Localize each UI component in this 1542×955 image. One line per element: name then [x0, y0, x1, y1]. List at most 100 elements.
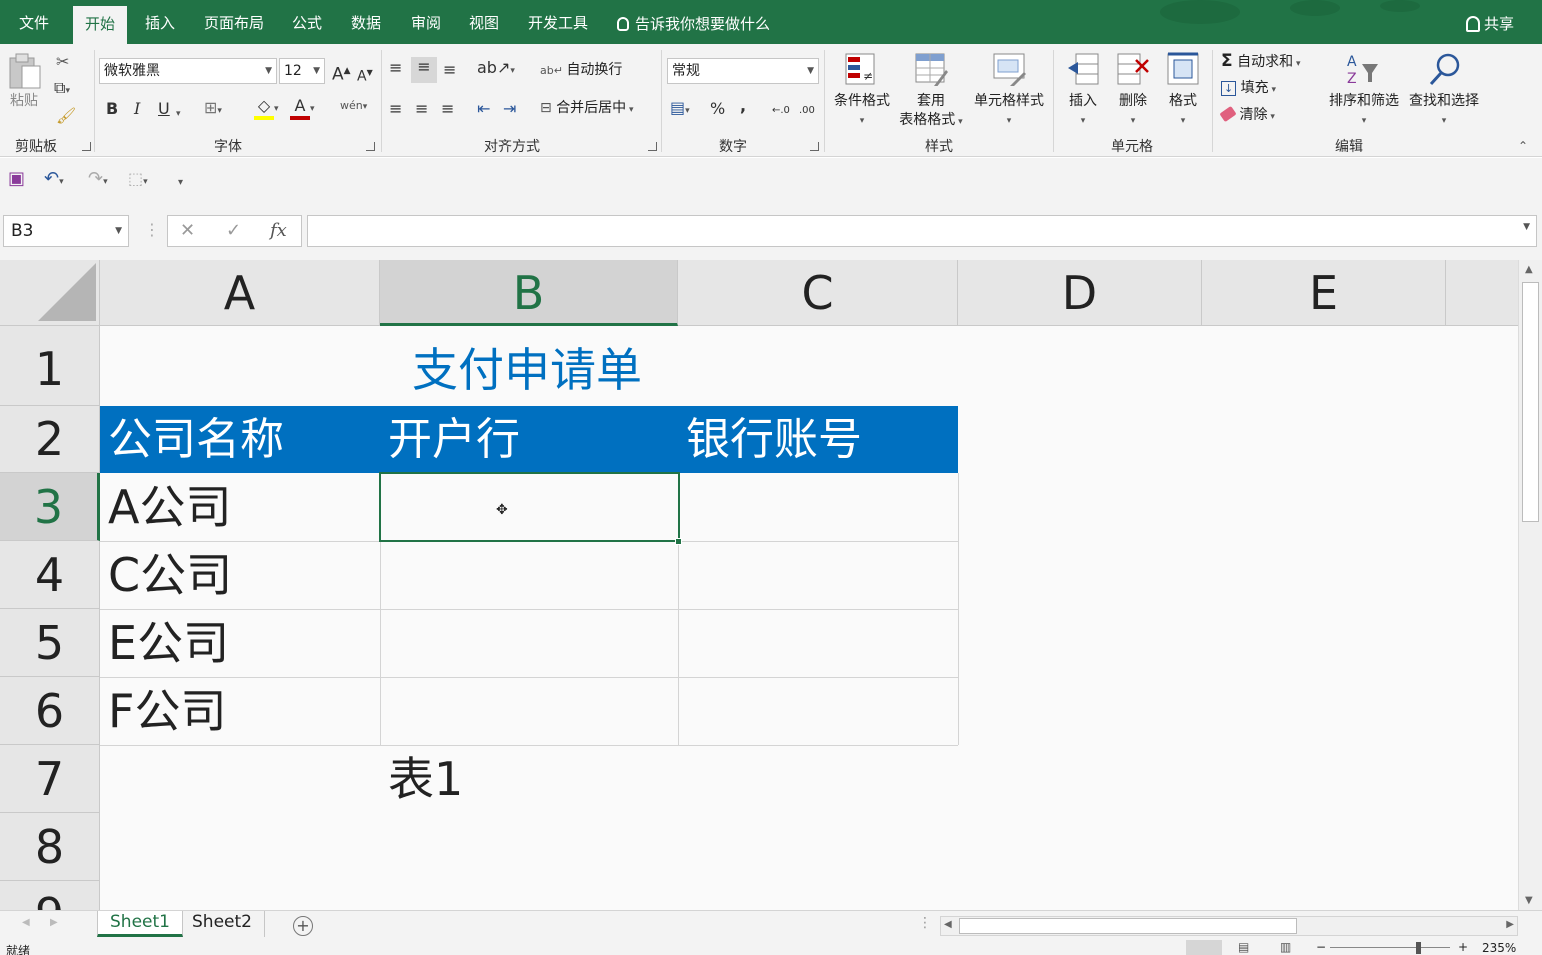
align-top-button[interactable]: ≡	[389, 58, 402, 78]
clear-button[interactable]: 清除 ▾	[1219, 105, 1275, 126]
align-center-button[interactable]: ≡	[415, 99, 428, 119]
align-left-button[interactable]: ≡	[389, 99, 402, 119]
zoom-out-icon[interactable]: −	[1316, 940, 1326, 954]
collapse-ribbon-icon[interactable]: ⌃	[1518, 136, 1528, 156]
fill-button[interactable]: ↓ 填充 ▾	[1221, 79, 1276, 99]
font-size-combo[interactable]: 12 ▼	[279, 58, 325, 84]
company-cell[interactable]: F公司	[108, 677, 226, 745]
tab-split-grip-icon[interactable]: ⋮	[918, 915, 932, 931]
tab-data[interactable]: 数据	[351, 0, 381, 44]
autosum-button[interactable]: Σ 自动求和 ▾	[1221, 52, 1300, 73]
comma-button[interactable]: ,	[740, 96, 746, 116]
scroll-left-icon[interactable]: ◀	[944, 919, 952, 930]
format-as-table-button[interactable]: 套用 表格格式 ▾	[894, 52, 968, 134]
page-break-view-icon[interactable]: ▥	[1280, 940, 1291, 954]
header-cell-company[interactable]: 公司名称	[100, 406, 380, 473]
customize-qat-icon[interactable]: ▾	[178, 172, 183, 194]
align-bottom-button[interactable]: ≡	[443, 60, 456, 80]
grow-font-button[interactable]: A▲	[332, 61, 351, 85]
decrease-indent-button[interactable]: ⇤	[477, 99, 490, 119]
tab-view[interactable]: 视图	[469, 0, 499, 44]
copy-icon[interactable]: ⧉▾	[54, 78, 70, 101]
company-cell[interactable]: C公司	[108, 541, 232, 609]
tell-me-search[interactable]: 告诉我你想要做什么	[617, 0, 770, 44]
tab-insert[interactable]: 插入	[145, 0, 175, 44]
font-color-button[interactable]: A ▾	[290, 96, 315, 120]
wrap-text-button[interactable]: ab↵ 自动换行	[540, 61, 622, 80]
shrink-font-button[interactable]: A▼	[357, 63, 373, 87]
expand-formula-icon[interactable]: ▼	[1523, 222, 1530, 232]
row-header-8[interactable]: 8	[0, 813, 100, 881]
scroll-down-icon[interactable]: ▼	[1525, 895, 1533, 906]
zoom-in-icon[interactable]: +	[1458, 940, 1468, 954]
select-all-button[interactable]	[0, 260, 100, 326]
next-sheet-icon[interactable]: ▶	[50, 917, 58, 928]
conditional-format-button[interactable]: ≠ 条件格式 ▾	[830, 52, 894, 134]
company-cell[interactable]: E公司	[108, 609, 229, 677]
page-layout-view-icon[interactable]: ▤	[1238, 940, 1249, 954]
tab-file[interactable]: 文件	[19, 0, 49, 44]
scroll-up-icon[interactable]: ▲	[1525, 264, 1533, 275]
horizontal-scroll-thumb[interactable]	[959, 918, 1297, 934]
horizontal-scrollbar[interactable]: ◀ ▶	[940, 916, 1518, 936]
decrease-decimal-button[interactable]: .00	[799, 101, 815, 121]
header-cell-account[interactable]: 银行账号	[678, 406, 958, 473]
tab-review[interactable]: 审阅	[411, 0, 441, 44]
accounting-button[interactable]: ▤▾	[670, 98, 690, 121]
tab-developer[interactable]: 开发工具	[528, 0, 588, 44]
alignment-launcher-icon[interactable]	[648, 142, 657, 151]
sheet-title-cell[interactable]: 支付申请单	[412, 334, 642, 400]
row-header-6[interactable]: 6	[0, 677, 100, 745]
cancel-icon[interactable]: ✕	[180, 220, 195, 241]
undo-icon[interactable]: ↶▾	[44, 168, 64, 193]
row-header-4[interactable]: 4	[0, 541, 100, 609]
row-header-9[interactable]: 9	[0, 881, 100, 910]
scroll-right-icon[interactable]: ▶	[1506, 919, 1514, 930]
column-header-f[interactable]	[1446, 260, 1518, 326]
insert-function-icon[interactable]: fx	[270, 220, 287, 241]
row-header-2[interactable]: 2	[0, 406, 100, 473]
selected-cell-b3[interactable]	[379, 472, 680, 542]
bold-button[interactable]: B	[106, 99, 118, 119]
enter-icon[interactable]: ✓	[226, 220, 241, 241]
column-header-d[interactable]: D	[958, 260, 1202, 326]
clipboard-launcher-icon[interactable]	[82, 142, 91, 151]
percent-button[interactable]: %	[710, 99, 725, 119]
paste-button[interactable]: 粘贴	[8, 52, 48, 112]
cell-styles-button[interactable]: 单元格样式 ▾	[968, 52, 1050, 134]
vertical-scrollbar[interactable]: ▲ ▼	[1518, 260, 1542, 910]
name-box[interactable]: B3 ▼	[3, 215, 129, 247]
phonetic-button[interactable]: wén▾	[340, 96, 367, 117]
save-icon[interactable]: ▣	[8, 168, 25, 190]
borders-button[interactable]: ⊞▾	[204, 98, 222, 121]
format-painter-icon[interactable]: 🖌	[56, 106, 76, 126]
sheet-tab-sheet1[interactable]: Sheet1	[97, 911, 183, 937]
format-cells-button[interactable]: 格式 ▾	[1160, 52, 1206, 134]
delete-cells-button[interactable]: 删除 ▾	[1110, 52, 1156, 134]
zoom-slider[interactable]	[1330, 947, 1450, 948]
header-cell-bank[interactable]: 开户行	[380, 406, 678, 473]
share-button[interactable]: 共享	[1466, 0, 1514, 44]
font-name-combo[interactable]: 微软雅黑 ▼	[99, 58, 277, 84]
column-header-b[interactable]: B	[380, 260, 678, 326]
increase-indent-button[interactable]: ⇥	[503, 99, 516, 119]
row-header-3[interactable]: 3	[0, 473, 100, 541]
column-header-a[interactable]: A	[100, 260, 380, 326]
row-header-5[interactable]: 5	[0, 609, 100, 677]
find-select-button[interactable]: 查找和选择 ▾	[1406, 52, 1482, 134]
underline-dropdown[interactable]: ▾	[176, 101, 181, 124]
worksheet-grid[interactable]: A B C D E 1 2 3 4 5 6 7 8 9 支付申请单 公司名称 开…	[0, 260, 1518, 910]
font-launcher-icon[interactable]	[366, 142, 375, 151]
tab-home[interactable]: 开始	[73, 6, 128, 44]
sort-filter-button[interactable]: A Z 排序和筛选 ▾	[1326, 52, 1402, 134]
normal-view-button[interactable]	[1186, 940, 1222, 955]
vertical-scroll-thumb[interactable]	[1522, 282, 1539, 522]
zoom-slider-thumb[interactable]	[1416, 942, 1421, 954]
company-cell[interactable]: A公司	[108, 473, 231, 541]
number-format-combo[interactable]: 常规 ▼	[667, 58, 819, 84]
prev-sheet-icon[interactable]: ◀	[22, 917, 30, 928]
merge-center-button[interactable]: ⊟ 合并后居中 ▾	[540, 99, 634, 119]
fill-handle[interactable]	[675, 538, 682, 545]
row-header-1[interactable]: 1	[0, 326, 100, 406]
align-middle-button[interactable]: ≡	[411, 57, 437, 83]
